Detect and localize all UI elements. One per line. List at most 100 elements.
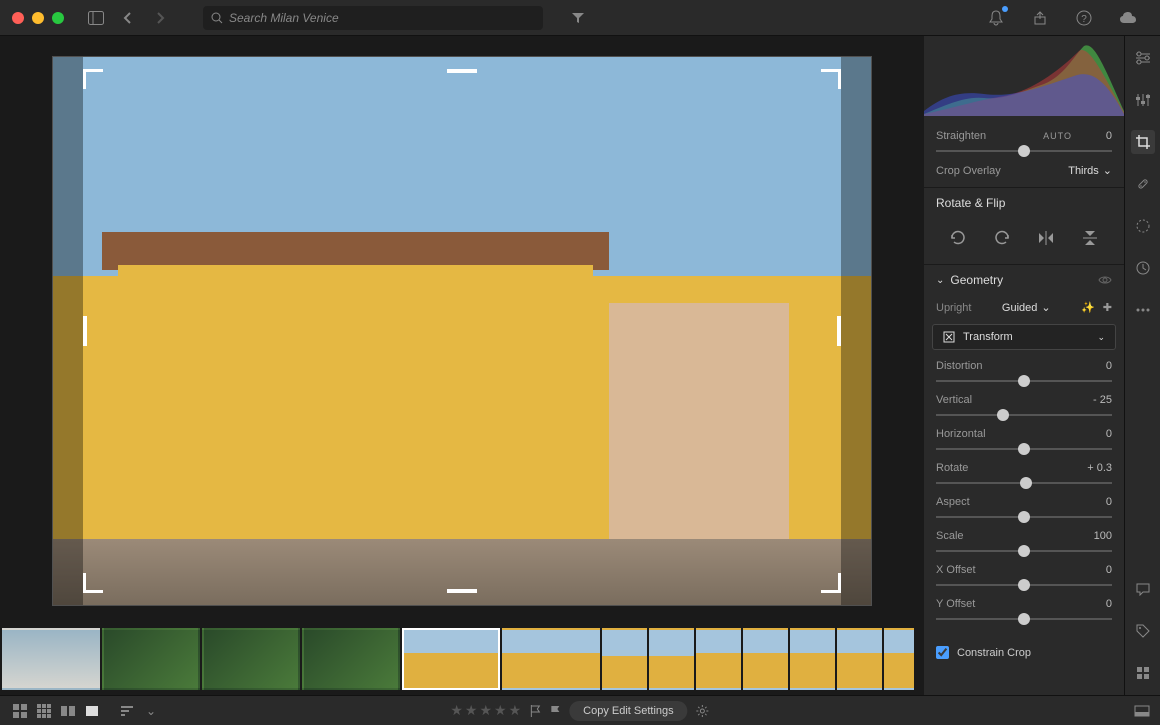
eye-icon[interactable] bbox=[1098, 275, 1112, 285]
horizontal-value: 0 bbox=[1106, 428, 1112, 440]
back-button[interactable] bbox=[116, 6, 140, 30]
copy-edit-settings-button[interactable]: Copy Edit Settings bbox=[569, 701, 688, 721]
thumbnail[interactable] bbox=[602, 628, 647, 690]
info-toggle-icon[interactable] bbox=[1134, 705, 1150, 717]
thumbnail[interactable] bbox=[743, 628, 788, 690]
transform-section-header[interactable]: Transform ⌄ bbox=[932, 324, 1116, 350]
yoffset-slider[interactable] bbox=[936, 618, 1112, 620]
xoffset-slider[interactable] bbox=[936, 584, 1112, 586]
crop-handle-top-right[interactable] bbox=[821, 69, 841, 89]
scale-slider[interactable] bbox=[936, 550, 1112, 552]
cloud-icon[interactable] bbox=[1116, 6, 1140, 30]
thumbnail[interactable] bbox=[696, 628, 741, 690]
aspect-label: Aspect bbox=[936, 496, 970, 508]
upright-wand-icon[interactable]: ✨ bbox=[1081, 301, 1095, 314]
straighten-label: Straighten bbox=[936, 130, 986, 142]
rotate-slider[interactable] bbox=[936, 482, 1112, 484]
crop-handle-top-left[interactable] bbox=[83, 69, 103, 89]
scale-value: 100 bbox=[1094, 530, 1112, 542]
horizontal-label: Horizontal bbox=[936, 428, 986, 440]
adjust-tool-icon[interactable] bbox=[1131, 88, 1155, 112]
maximize-window-button[interactable] bbox=[52, 12, 64, 24]
filmstrip bbox=[0, 625, 924, 695]
top-bar: Search Milan Venice ? bbox=[0, 0, 1160, 36]
histogram[interactable] bbox=[924, 36, 1124, 116]
help-icon[interactable]: ? bbox=[1072, 6, 1096, 30]
compare-view-icon[interactable] bbox=[58, 703, 78, 719]
upright-label: Upright bbox=[936, 302, 971, 314]
horizontal-slider[interactable] bbox=[936, 448, 1112, 450]
crop-overlay-label: Crop Overlay bbox=[936, 165, 1001, 177]
geometry-section[interactable]: ⌄ Geometry bbox=[924, 264, 1124, 295]
crop-handle-bottom[interactable] bbox=[447, 589, 477, 593]
crop-handle-top[interactable] bbox=[447, 69, 477, 73]
minimize-window-button[interactable] bbox=[32, 12, 44, 24]
crop-handle-left[interactable] bbox=[83, 316, 87, 346]
grid-icon[interactable] bbox=[1131, 661, 1155, 685]
xoffset-value: 0 bbox=[1106, 564, 1112, 576]
flip-horizontal-icon[interactable] bbox=[1032, 224, 1060, 252]
share-icon[interactable] bbox=[1028, 6, 1052, 30]
flag-rejected-icon[interactable] bbox=[549, 704, 561, 718]
distortion-slider[interactable] bbox=[936, 380, 1112, 382]
thumbnail[interactable] bbox=[302, 628, 400, 690]
rotate-label: Rotate bbox=[936, 462, 968, 474]
search-placeholder: Search Milan Venice bbox=[229, 11, 339, 25]
forward-button[interactable] bbox=[148, 6, 172, 30]
close-window-button[interactable] bbox=[12, 12, 24, 24]
notifications-icon[interactable] bbox=[984, 6, 1008, 30]
crop-overlay-dropdown[interactable]: Thirds ⌄ bbox=[1068, 164, 1112, 177]
thumbnail-selected[interactable] bbox=[402, 628, 500, 690]
edit-tool-icon[interactable] bbox=[1131, 46, 1155, 70]
upright-guides-icon[interactable]: ✚ bbox=[1103, 301, 1112, 314]
small-grid-view-icon[interactable] bbox=[34, 703, 54, 719]
aspect-slider[interactable] bbox=[936, 516, 1112, 518]
mask-tool-icon[interactable] bbox=[1131, 214, 1155, 238]
chevron-down-icon: ⌄ bbox=[1097, 332, 1105, 343]
crop-handle-bottom-left[interactable] bbox=[83, 573, 103, 593]
comment-icon[interactable] bbox=[1131, 577, 1155, 601]
thumbnail[interactable] bbox=[502, 628, 600, 690]
crop-tool-icon[interactable] bbox=[1131, 130, 1155, 154]
thumbnail[interactable] bbox=[884, 628, 914, 690]
sort-icon[interactable] bbox=[120, 705, 136, 717]
photo-canvas[interactable] bbox=[52, 56, 872, 606]
crop-handle-right[interactable] bbox=[837, 316, 841, 346]
upright-dropdown[interactable]: Guided ⌄ bbox=[1002, 301, 1051, 314]
sidebar-toggle-icon[interactable] bbox=[84, 6, 108, 30]
star-rating[interactable]: ★★★★★ bbox=[450, 702, 521, 719]
window-controls bbox=[12, 12, 64, 24]
rotate-flip-section: Rotate & Flip bbox=[924, 187, 1124, 218]
filter-icon[interactable] bbox=[566, 6, 590, 30]
flag-picked-icon[interactable] bbox=[529, 704, 541, 718]
straighten-slider[interactable] bbox=[936, 150, 1112, 152]
history-tool-icon[interactable] bbox=[1131, 256, 1155, 280]
thumbnail[interactable] bbox=[102, 628, 200, 690]
thumbnail[interactable] bbox=[2, 628, 100, 690]
transform-icon bbox=[943, 331, 955, 343]
single-view-icon[interactable] bbox=[82, 703, 102, 719]
rotate-cw-icon[interactable] bbox=[988, 224, 1016, 252]
settings-gear-icon[interactable] bbox=[696, 704, 710, 718]
thumbnail[interactable] bbox=[202, 628, 300, 690]
crop-handle-bottom-right[interactable] bbox=[821, 573, 841, 593]
grid-view-icon[interactable] bbox=[10, 703, 30, 719]
heal-tool-icon[interactable] bbox=[1131, 172, 1155, 196]
aspect-value: 0 bbox=[1106, 496, 1112, 508]
vertical-slider[interactable] bbox=[936, 414, 1112, 416]
search-input[interactable]: Search Milan Venice bbox=[203, 6, 543, 30]
thumbnail[interactable] bbox=[649, 628, 694, 690]
more-tool-icon[interactable] bbox=[1131, 298, 1155, 322]
thumbnail[interactable] bbox=[790, 628, 835, 690]
yoffset-value: 0 bbox=[1106, 598, 1112, 610]
tag-icon[interactable] bbox=[1131, 619, 1155, 643]
straighten-auto-button[interactable]: AUTO bbox=[1043, 131, 1072, 141]
distortion-value: 0 bbox=[1106, 360, 1112, 372]
chevron-down-icon[interactable]: ⌄ bbox=[146, 704, 156, 718]
flip-vertical-icon[interactable] bbox=[1076, 224, 1104, 252]
rotate-ccw-icon[interactable] bbox=[944, 224, 972, 252]
thumbnail[interactable] bbox=[837, 628, 882, 690]
chevron-down-icon: ⌄ bbox=[936, 275, 944, 286]
constrain-crop-checkbox[interactable] bbox=[936, 646, 949, 659]
constrain-crop-label: Constrain Crop bbox=[957, 647, 1031, 659]
